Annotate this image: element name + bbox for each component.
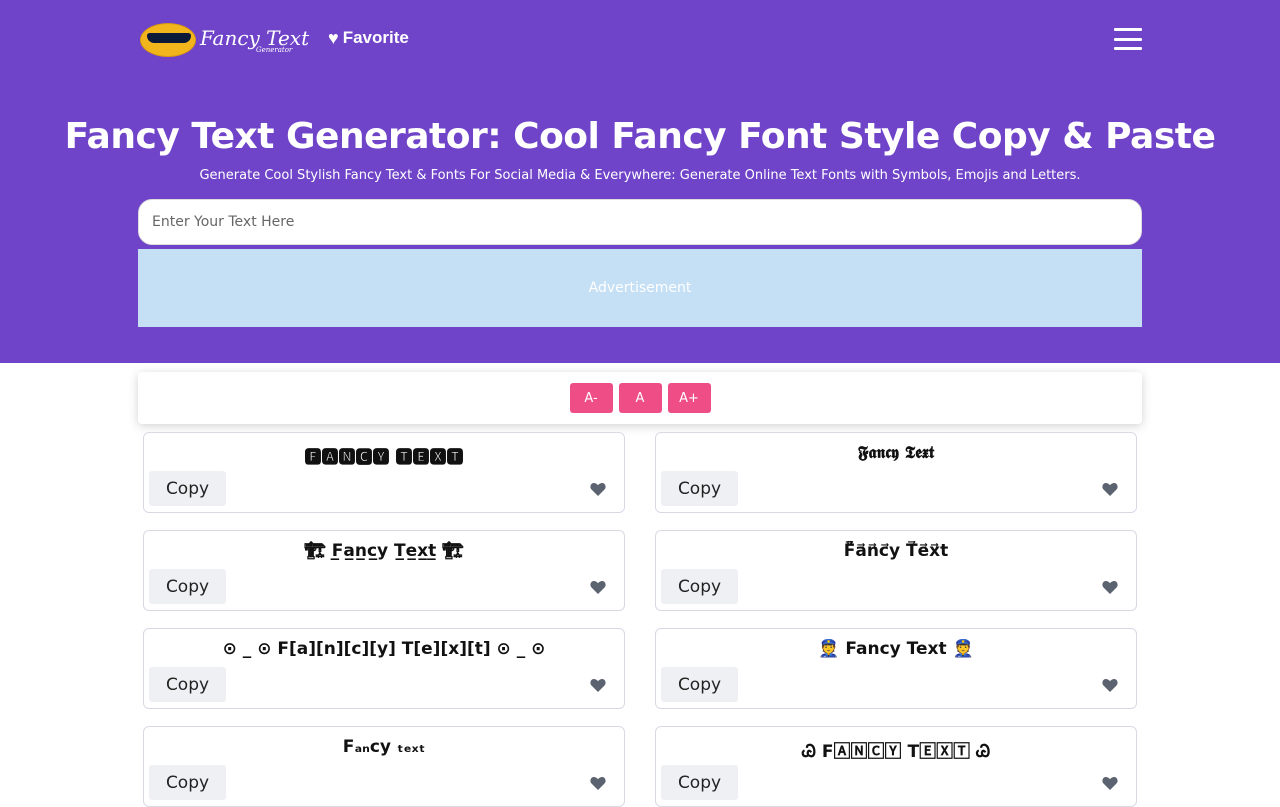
sunglasses-face-icon [140, 23, 196, 57]
result-card: 𝕱𝖆𝖓𝖈𝖞 𝕿𝖊𝖝𝖙 Copy [655, 432, 1137, 513]
fancy-text[interactable]: ⊙ _ ⊙ F[a][n][c][y] T[e][x][t] ⊙ _ ⊙ [144, 639, 624, 659]
copy-button[interactable]: Copy [661, 667, 738, 702]
result-card: 🏗 F̲a̲n̲c̲y̲ T̲e̲x̲t̲ 🏗 Copy [143, 530, 625, 611]
favorite-link[interactable]: ♥ Favorite [328, 28, 409, 48]
decrease-size-button[interactable]: A- [569, 383, 613, 413]
copy-button[interactable]: Copy [149, 471, 226, 506]
logo-subtext: Generator [256, 46, 293, 54]
result-card: Fₐₙcy ₜₑₓₜ Copy [143, 726, 625, 807]
heart-icon: ♥ [328, 28, 339, 48]
fancy-text[interactable]: F̊⃗a⃗n⃗c⃗y T⃗e⃗x⃗t [656, 541, 1136, 561]
favorite-heart-icon[interactable] [590, 678, 606, 692]
favorite-heart-icon[interactable] [590, 776, 606, 790]
result-card: 🅵🅰🅽🅲🆈 🆃🅴🆇🆃 Copy [143, 432, 625, 513]
copy-button[interactable]: Copy [149, 765, 226, 800]
page-subtitle: Generate Cool Stylish Fancy Text & Fonts… [199, 168, 1081, 183]
favorite-label: Favorite [342, 28, 409, 47]
font-size-toolbar: A- A A+ [138, 372, 1142, 424]
fancy-text[interactable]: 🅵🅰🅽🅲🆈 🆃🅴🆇🆃 [144, 443, 624, 468]
result-card: 👮 Fancy Text 👮 Copy [655, 628, 1137, 709]
page-title: Fancy Text Generator: Cool Fancy Font St… [64, 116, 1216, 157]
copy-button[interactable]: Copy [149, 667, 226, 702]
logo-text: Fancy Text [200, 26, 310, 50]
fancy-text[interactable]: 𝕱𝖆𝖓𝖈𝖞 𝕿𝖊𝖝𝖙 [656, 443, 1136, 463]
advertisement-banner: Advertisement [138, 249, 1142, 327]
favorite-heart-icon[interactable] [590, 482, 606, 496]
increase-size-button[interactable]: A+ [667, 383, 711, 413]
fancy-text[interactable]: Ꮚ F🄰🄽🄲🅈 T🄴🅇🅃 Ꮚ [656, 737, 1136, 762]
site-logo[interactable]: Fancy Text Generator [140, 20, 312, 60]
result-card: ⊙ _ ⊙ F[a][n][c][y] T[e][x][t] ⊙ _ ⊙ Cop… [143, 628, 625, 709]
text-input[interactable] [138, 199, 1142, 245]
top-nav: Fancy Text Generator ♥ Favorite [140, 20, 1142, 60]
fancy-text[interactable]: 🏗 F̲a̲n̲c̲y̲ T̲e̲x̲t̲ 🏗 [144, 541, 624, 561]
fancy-text[interactable]: 👮 Fancy Text 👮 [656, 639, 1136, 659]
hero-section: Fancy Text Generator ♥ Favorite Fancy Te… [0, 0, 1280, 363]
favorite-heart-icon[interactable] [590, 580, 606, 594]
favorite-heart-icon[interactable] [1102, 678, 1118, 692]
copy-button[interactable]: Copy [149, 569, 226, 604]
fancy-text[interactable]: Fₐₙcy ₜₑₓₜ [144, 737, 624, 757]
copy-button[interactable]: Copy [661, 471, 738, 506]
favorite-heart-icon[interactable] [1102, 482, 1118, 496]
result-card: F̊⃗a⃗n⃗c⃗y T⃗e⃗x⃗t Copy [655, 530, 1137, 611]
reset-size-button[interactable]: A [618, 383, 662, 413]
favorite-heart-icon[interactable] [1102, 580, 1118, 594]
copy-button[interactable]: Copy [661, 569, 738, 604]
favorite-heart-icon[interactable] [1102, 776, 1118, 790]
result-card: Ꮚ F🄰🄽🄲🅈 T🄴🅇🅃 Ꮚ Copy [655, 726, 1137, 807]
hamburger-menu-icon[interactable] [1114, 28, 1142, 50]
copy-button[interactable]: Copy [661, 765, 738, 800]
